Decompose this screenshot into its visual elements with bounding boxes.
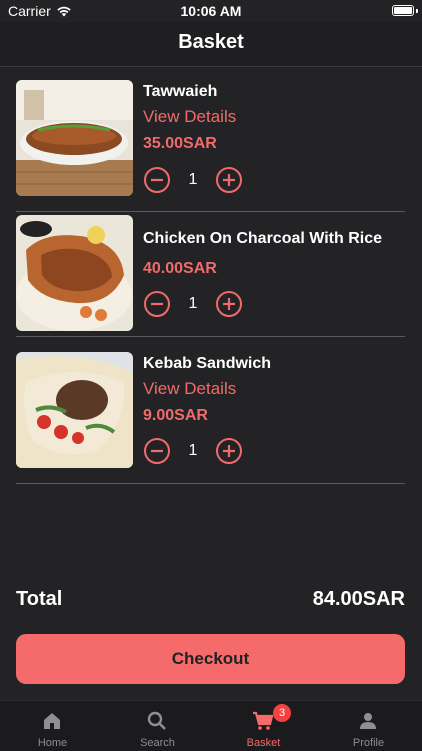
quantity-stepper: 1 — [143, 166, 243, 194]
item-name: Chicken On Charcoal With Rice — [143, 230, 383, 247]
quantity-value: 1 — [188, 295, 198, 312]
battery-icon — [392, 5, 414, 16]
cart-count-badge: 3 — [273, 704, 291, 722]
total-label: Total — [16, 588, 63, 610]
item-image-tawwaieh[interactable] — [16, 80, 133, 196]
navigation-bar: Basket — [0, 22, 422, 67]
quantity-stepper: 1 — [143, 290, 243, 318]
total-row: Total 84.00SAR — [16, 588, 405, 611]
status-bar: Carrier 10:06 AM — [0, 0, 422, 22]
item-name: Kebab Sandwich — [143, 355, 272, 372]
cart-icon — [253, 711, 274, 730]
item-price: 35.00SAR — [143, 135, 217, 152]
basket-item-tawwaieh: Tawwaieh View Details 35.00SAR 1 — [16, 80, 405, 212]
tab-label: Home — [37, 737, 68, 749]
item-price: 9.00SAR — [143, 407, 208, 424]
minus-icon[interactable] — [143, 166, 171, 194]
tab-home[interactable]: Home — [0, 701, 105, 751]
plus-icon[interactable] — [215, 290, 243, 318]
plus-icon[interactable] — [215, 437, 243, 465]
item-name: Tawwaieh — [143, 83, 218, 100]
view-details-link[interactable]: View Details — [143, 107, 236, 127]
quantity-stepper: 1 — [143, 437, 243, 465]
item-image-kebab[interactable] — [16, 352, 133, 468]
tab-bar: Home Search 3 Basket Profile — [0, 700, 422, 751]
minus-icon[interactable] — [143, 290, 171, 318]
battery-tip — [416, 9, 418, 13]
tab-label: Search — [140, 737, 175, 749]
person-icon — [360, 713, 376, 729]
quantity-value: 1 — [188, 171, 198, 188]
total-amount: 84.00SAR — [312, 588, 405, 610]
item-image-chicken[interactable] — [16, 215, 133, 331]
view-details-link[interactable]: View Details — [143, 379, 236, 399]
plus-icon[interactable] — [215, 166, 243, 194]
tab-basket[interactable]: 3 Basket — [211, 701, 316, 751]
page-title: Basket — [178, 31, 244, 53]
checkout-button[interactable]: Checkout — [16, 634, 405, 684]
clock: 10:06 AM — [180, 3, 242, 19]
basket-item-chicken: Chicken On Charcoal With Rice 40.00SAR 1 — [16, 215, 405, 337]
minus-icon[interactable] — [143, 437, 171, 465]
quantity-value: 1 — [188, 442, 198, 459]
tab-search[interactable]: Search — [105, 701, 210, 751]
home-icon — [44, 713, 60, 729]
basket-item-kebab: Kebab Sandwich View Details 9.00SAR 1 — [16, 352, 405, 484]
tab-label: Profile — [352, 737, 385, 749]
tab-profile[interactable]: Profile — [316, 701, 421, 751]
tab-label: Basket — [246, 737, 281, 749]
item-price: 40.00SAR — [143, 260, 217, 277]
search-icon — [147, 711, 166, 730]
